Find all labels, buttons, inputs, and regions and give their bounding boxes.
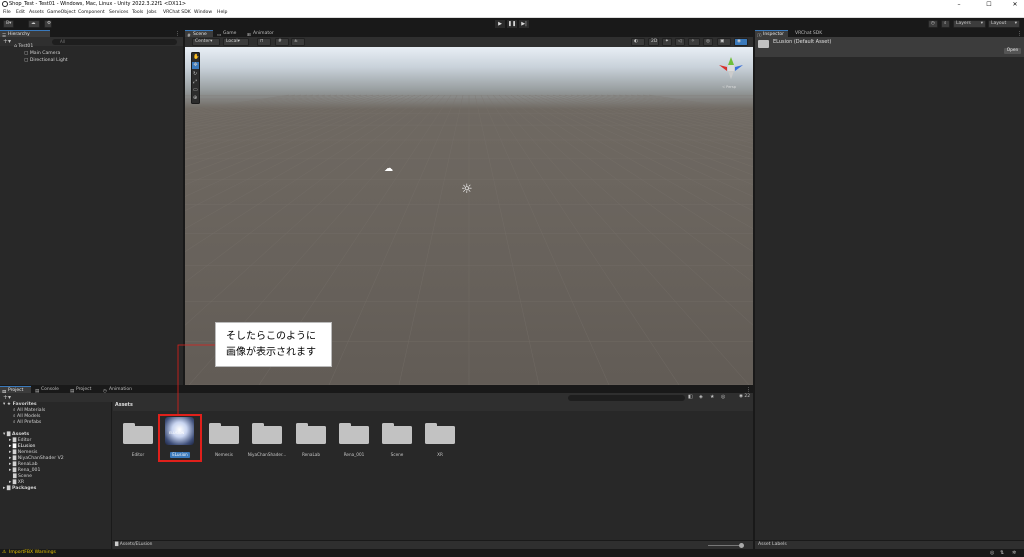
status-bar: ⚠ ImportFBX Warnings ◎ ⇅ ✲ [0,549,1024,557]
callout-connector [177,344,215,414]
network-icon[interactable]: ⇅ [1000,550,1004,556]
warning-icon: ⚠ [2,549,7,555]
progress-icon[interactable]: ◎ [990,550,994,556]
callout-line-1: そしたらこのように [226,331,316,342]
annotation-callout: そしたらこのように 画像が表示されます [215,322,332,367]
status-message[interactable]: ImportFBX Warnings [9,550,56,556]
callout-line-2: 画像が表示されます [226,347,316,358]
debug-icon[interactable]: ✲ [1012,550,1016,556]
